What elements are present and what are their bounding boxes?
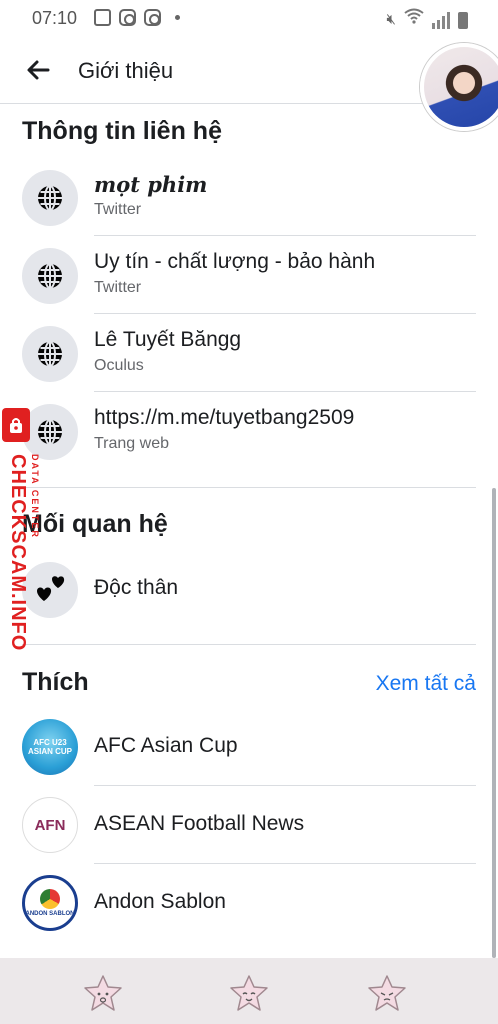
nav-button-1[interactable] bbox=[80, 972, 126, 1014]
watermark-subtext: DATA CENTER bbox=[30, 454, 40, 539]
globe-icon bbox=[22, 170, 78, 226]
watermark-text: CHECKSCAM.INFO bbox=[7, 454, 29, 652]
page-title: Giới thiệu bbox=[78, 58, 174, 83]
mute-icon: 🔇︎ bbox=[386, 11, 396, 28]
section-divider bbox=[22, 644, 476, 645]
instagram-icon bbox=[144, 9, 161, 26]
back-button[interactable] bbox=[22, 54, 54, 86]
arrow-left-icon bbox=[27, 60, 50, 80]
contact-type: Twitter bbox=[94, 201, 142, 218]
contact-section-title: Thông tin liên hệ bbox=[22, 117, 222, 145]
section-divider bbox=[22, 487, 476, 488]
liked-page-name: ASEAN Football News bbox=[94, 812, 305, 835]
watermark: CHECKSCAM.INFO DATA CENTER bbox=[0, 408, 40, 652]
system-icons: 🔇︎ bbox=[387, 8, 468, 29]
wifi-icon bbox=[404, 8, 424, 29]
contact-value: 𝒎ọ𝒕 𝒑𝒉𝒊𝒎 bbox=[94, 172, 208, 197]
contact-item[interactable]: Uy tín - chất lượng - bảo hành Twitter bbox=[0, 236, 498, 314]
liked-page-name: AFC Asian Cup bbox=[94, 734, 238, 757]
notification-icons bbox=[94, 9, 180, 26]
contact-value: Uy tín - chất lượng - bảo hành bbox=[94, 250, 376, 273]
contact-value: Lê Tuyết Băngg bbox=[94, 328, 242, 351]
instagram-icon bbox=[119, 9, 136, 26]
lock-icon bbox=[2, 408, 30, 442]
nav-button-2[interactable] bbox=[226, 972, 272, 1014]
scrollbar[interactable] bbox=[492, 488, 496, 958]
image-icon bbox=[94, 9, 111, 26]
logo-text: AFN bbox=[34, 816, 66, 834]
flower-face-icon bbox=[368, 975, 406, 1011]
liked-page-item[interactable]: AFN ASEAN Football News bbox=[0, 786, 498, 864]
status-time: 07:10 bbox=[32, 8, 78, 28]
status-bar: 07:10 🔇︎ bbox=[0, 0, 498, 36]
liked-page-item[interactable]: AFC U23 ASIAN CUP AFC Asian Cup bbox=[0, 708, 498, 786]
contact-item[interactable]: Lê Tuyết Băngg Oculus bbox=[0, 314, 498, 392]
contact-item[interactable]: https://m.me/tuyetbang2509 Trang web bbox=[0, 392, 498, 470]
nav-button-3[interactable] bbox=[364, 972, 410, 1014]
see-all-link[interactable]: Xem tất cả bbox=[376, 672, 476, 696]
logo-text: ANDON SABLON bbox=[25, 911, 75, 917]
flower-face-icon bbox=[84, 975, 122, 1011]
contact-value[interactable]: https://m.me/tuyetbang2509 bbox=[94, 406, 354, 430]
contact-item[interactable]: 𝒎ọ𝒕 𝒑𝒉𝒊𝒎 Twitter bbox=[0, 158, 498, 236]
contact-type: Trang web bbox=[94, 435, 169, 452]
relationship-item[interactable]: Độc thân bbox=[0, 550, 498, 628]
profile-avatar[interactable] bbox=[420, 43, 498, 131]
signal-icon bbox=[432, 11, 450, 29]
likes-section-title: Thích bbox=[22, 668, 89, 696]
battery-icon bbox=[458, 12, 468, 29]
afc-logo: AFC U23 ASIAN CUP bbox=[22, 719, 78, 775]
swirl-icon bbox=[40, 889, 60, 909]
relationship-status: Độc thân bbox=[94, 576, 179, 599]
globe-icon bbox=[22, 248, 78, 304]
contact-type: Oculus bbox=[94, 357, 144, 374]
logo-text: AFC U23 ASIAN CUP bbox=[27, 738, 72, 756]
liked-page-name: Andon Sablon bbox=[94, 890, 226, 913]
globe-icon bbox=[22, 326, 78, 382]
relationship-section-title: Mối quan hệ bbox=[22, 510, 168, 538]
liked-page-item[interactable]: ANDON SABLON Andon Sablon bbox=[0, 864, 498, 942]
flower-face-icon bbox=[230, 975, 268, 1011]
contact-type: Twitter bbox=[94, 279, 142, 296]
andon-logo: ANDON SABLON bbox=[22, 875, 78, 931]
bottom-nav bbox=[0, 958, 498, 1024]
dot-icon bbox=[175, 15, 180, 20]
afn-logo: AFN bbox=[22, 797, 78, 853]
